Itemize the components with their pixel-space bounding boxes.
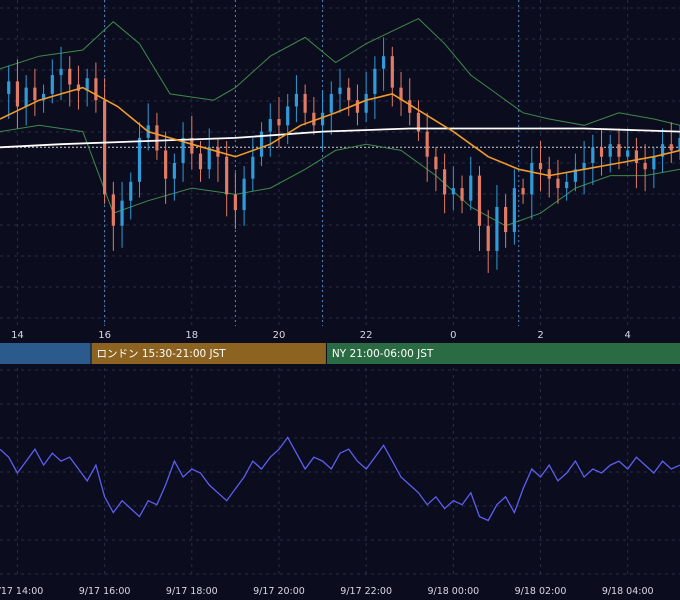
date-tick-label: 9/17 20:00 bbox=[253, 586, 305, 597]
date-tick-label: 9/18 00:00 bbox=[427, 586, 479, 597]
candle-down bbox=[617, 144, 621, 157]
session-label: NY 21:00-06:00 JST bbox=[332, 348, 434, 360]
candle-down bbox=[347, 87, 351, 101]
candle-up bbox=[451, 188, 455, 195]
candle-down bbox=[225, 156, 229, 195]
candle-down bbox=[355, 100, 360, 113]
candle-up bbox=[137, 137, 142, 182]
hour-tick-label: 14 bbox=[11, 330, 24, 341]
date-tick-label: 9/17 16:00 bbox=[79, 586, 131, 597]
candle-down bbox=[521, 188, 525, 195]
chart-root: 14 16 18 20 22 0 2 4 ロンドン 15:30-21:00 JST NY 21:0… bbox=[0, 0, 680, 600]
candle-down bbox=[390, 56, 394, 88]
candle-down bbox=[277, 119, 281, 126]
candle-up bbox=[129, 181, 133, 201]
candlestick-chart: 14 16 18 20 22 0 2 4 ロンドン 15:30-21:00 JST NY 21:0… bbox=[0, 0, 680, 600]
candle-up bbox=[530, 163, 534, 195]
candle-up bbox=[495, 206, 499, 251]
candle-up bbox=[469, 175, 473, 201]
hour-tick-label: 2 bbox=[537, 330, 543, 341]
candle-down bbox=[556, 178, 560, 189]
candle-down bbox=[94, 78, 98, 101]
hour-tick-label: 20 bbox=[273, 330, 286, 341]
candle-up bbox=[251, 156, 255, 179]
candle-up bbox=[294, 93, 299, 107]
hour-tick-label: 22 bbox=[360, 330, 373, 341]
candle-up bbox=[512, 188, 516, 233]
candle-up bbox=[626, 150, 630, 157]
candle-up bbox=[7, 81, 11, 94]
candle-down bbox=[303, 93, 307, 113]
candle-up bbox=[172, 163, 176, 179]
candle-up bbox=[591, 147, 595, 163]
hour-tick-label: 4 bbox=[625, 330, 631, 341]
date-tick-label: 9/17 14:00 bbox=[0, 586, 43, 597]
candle-down bbox=[434, 156, 438, 170]
candle-down bbox=[33, 87, 37, 101]
candle-down bbox=[643, 163, 647, 170]
candle-down bbox=[443, 169, 447, 195]
candle-up bbox=[286, 106, 290, 126]
session-label: ロンドン 15:30-21:00 JST bbox=[97, 348, 227, 360]
date-tick-label: 9/17 22:00 bbox=[340, 586, 392, 597]
candle-up bbox=[50, 75, 54, 94]
candle-down bbox=[312, 112, 316, 126]
candle-up bbox=[338, 87, 342, 94]
candle-up bbox=[652, 156, 656, 170]
candle-down bbox=[547, 169, 551, 179]
hour-tick-label: 18 bbox=[185, 330, 198, 341]
hour-axis: 14 16 18 20 22 0 2 4 bbox=[0, 326, 680, 343]
candle-down bbox=[15, 81, 20, 107]
candle-up bbox=[364, 93, 368, 113]
candle-down bbox=[155, 125, 159, 151]
session-segment bbox=[0, 343, 91, 364]
candle-down bbox=[486, 225, 490, 251]
candle-down bbox=[425, 131, 429, 157]
hour-tick-label: 0 bbox=[450, 330, 456, 341]
candle-down bbox=[68, 68, 72, 85]
date-tick-label: 9/18 02:00 bbox=[515, 586, 567, 597]
candle-up bbox=[565, 181, 569, 189]
candle-down bbox=[477, 175, 482, 226]
candle-down bbox=[669, 144, 673, 151]
candle-up bbox=[320, 112, 325, 126]
candle-down bbox=[164, 150, 168, 179]
date-tick-label: 9/18 04:00 bbox=[602, 586, 654, 597]
candle-up bbox=[373, 68, 377, 94]
candle-down bbox=[599, 147, 604, 157]
candle-up bbox=[207, 147, 211, 170]
hour-tick-label: 16 bbox=[98, 330, 111, 341]
candle-down bbox=[634, 150, 639, 163]
candle-up bbox=[381, 56, 386, 69]
session-bar: ロンドン 15:30-21:00 JST NY 21:00-06:00 JST bbox=[0, 343, 680, 364]
candle-down bbox=[408, 100, 412, 113]
candle-up bbox=[242, 178, 246, 211]
candle-up bbox=[24, 87, 28, 107]
candle-down bbox=[233, 194, 237, 211]
candle-up bbox=[120, 200, 124, 226]
candle-down bbox=[504, 206, 508, 233]
candle-up bbox=[59, 68, 63, 76]
candle-down bbox=[538, 163, 543, 170]
candle-down bbox=[111, 194, 115, 226]
candle-down bbox=[460, 188, 464, 201]
candle-down bbox=[103, 100, 107, 195]
candle-up bbox=[608, 144, 612, 157]
date-tick-label: 9/17 18:00 bbox=[166, 586, 218, 597]
candle-up bbox=[329, 93, 333, 113]
candle-down bbox=[198, 153, 203, 170]
candle-up bbox=[268, 119, 272, 132]
